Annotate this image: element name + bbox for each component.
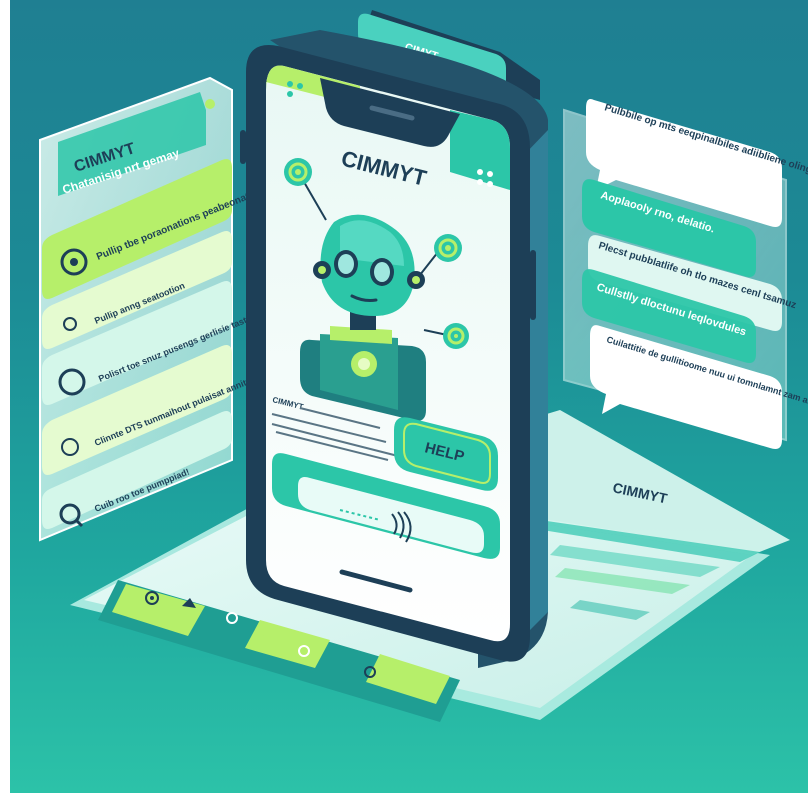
illustration-svg: CIMMYT CIMMYT Chatanisig nrt gemay Pulli… <box>39 10 808 722</box>
left-margin <box>0 0 10 793</box>
illustration-scene: CIMMYT CIMMYT Chatanisig nrt gemay Pulli… <box>0 0 808 793</box>
